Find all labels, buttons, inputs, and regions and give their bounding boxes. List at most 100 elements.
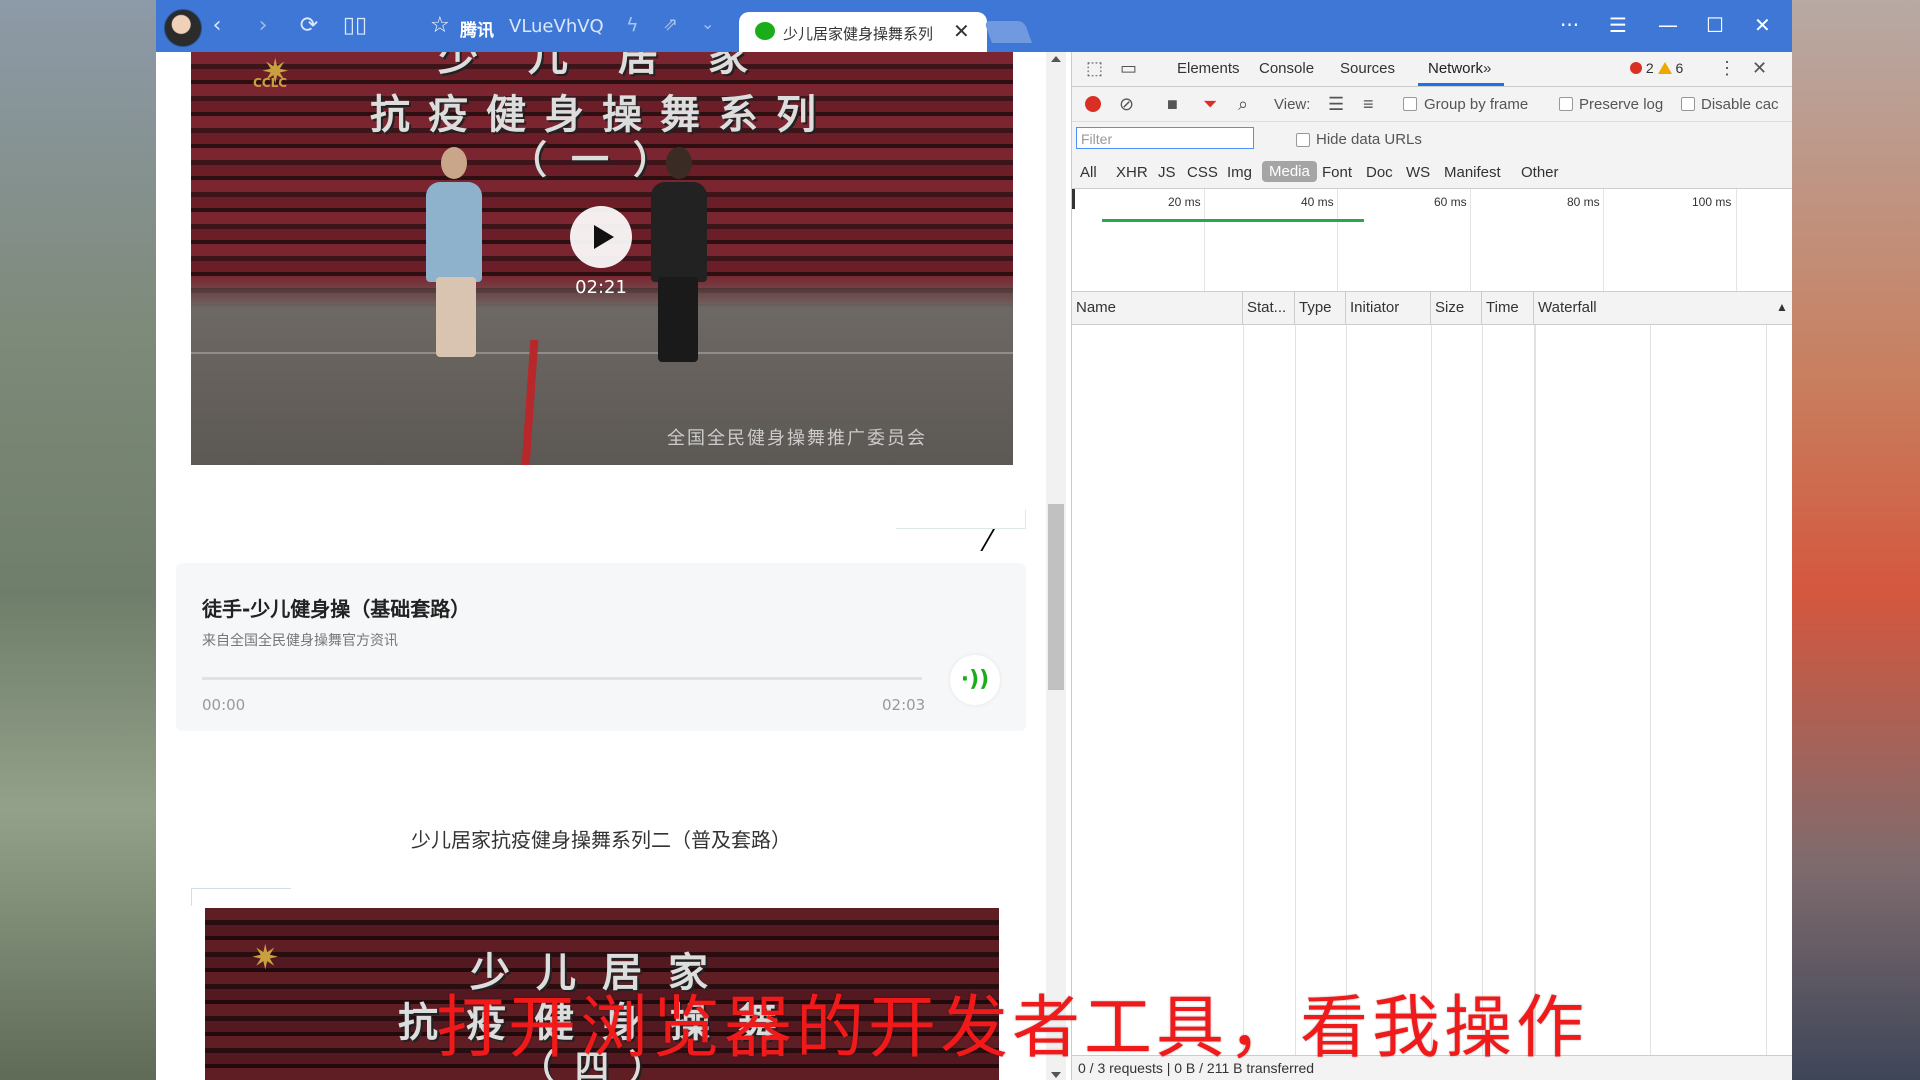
tab-elements[interactable]: Elements	[1177, 60, 1240, 77]
scrollbar-thumb[interactable]	[1048, 504, 1064, 690]
audio-player-card[interactable]: 徒手-少儿健身操（基础套路） 来自全国全民健身操舞官方资讯 00:00 02:0…	[176, 563, 1026, 731]
share-icon[interactable]: ⇗	[663, 14, 678, 35]
type-filter-xhr[interactable]: XHR	[1116, 164, 1148, 181]
column-type[interactable]: Type	[1295, 292, 1346, 324]
waterfall-gridline	[1766, 325, 1767, 1055]
type-filter-all[interactable]: All	[1080, 164, 1097, 181]
screenshot-camera-icon[interactable]: ■	[1167, 94, 1178, 115]
audio-progress-track[interactable]	[202, 677, 922, 680]
filter-funnel-icon[interactable]: ⏷	[1203, 94, 1217, 115]
browser-titlebar: ‹ › ⟳ ▯▯ ☆ 腾讯 VLueVhVQ ϟ ⇗ ⌄ 少儿居家健身操舞系列 …	[156, 0, 1792, 52]
search-icon[interactable]: ⌕	[1238, 94, 1248, 115]
timeline-label: 40 ms	[1301, 195, 1334, 209]
back-icon[interactable]: ‹	[204, 13, 230, 39]
refresh-icon[interactable]: ⟳	[296, 13, 322, 39]
timeline-gridline	[1736, 189, 1737, 291]
more-menu-icon[interactable]: ···	[1560, 12, 1579, 38]
devtools-close-icon[interactable]: ✕	[1752, 58, 1767, 79]
audio-play-icon[interactable]: ·))	[950, 655, 1000, 705]
type-filter-css[interactable]: CSS	[1187, 164, 1218, 181]
type-filter-js[interactable]: JS	[1158, 164, 1176, 181]
frame-corner-line-vertical	[191, 888, 192, 906]
video-title-line1: 少 儿 居 家	[438, 52, 766, 80]
minimize-icon[interactable]: —	[1658, 12, 1678, 38]
warning-icon	[1657, 62, 1672, 74]
waterfall-view-icon[interactable]: ≡	[1363, 94, 1374, 115]
column-gridline	[1535, 325, 1536, 1055]
disable-cache-checkbox[interactable]	[1681, 97, 1695, 111]
column-size[interactable]: Size	[1431, 292, 1482, 324]
reader-mode-icon[interactable]: ▯▯	[342, 13, 368, 39]
lightning-icon[interactable]: ϟ	[626, 14, 639, 36]
close-window-icon[interactable]: ✕	[1754, 12, 1771, 38]
group-by-frame-checkbox[interactable]	[1403, 97, 1417, 111]
network-request-list[interactable]	[1072, 325, 1792, 1055]
wechat-icon	[755, 22, 775, 40]
tab-network[interactable]: Network	[1428, 60, 1483, 77]
resource-type-filters: All XHR JS CSS Img Media Font Doc WS Man…	[1072, 156, 1792, 189]
scroll-up-icon[interactable]	[1051, 56, 1061, 62]
sort-ascending-icon[interactable]: ▲	[1776, 300, 1788, 314]
active-browser-tab[interactable]: 少儿居家健身操舞系列 ✕	[739, 12, 987, 52]
timeline-gridline	[1204, 189, 1205, 291]
timeline-gridline	[1470, 189, 1471, 291]
timeline-overview[interactable]: 20 ms 40 ms 60 ms 80 ms 100 ms	[1072, 189, 1792, 292]
network-table-header: Name Stat... Type Initiator Size Time Wa…	[1072, 292, 1792, 325]
preserve-log-label: Preserve log	[1579, 96, 1664, 113]
column-waterfall[interactable]: Waterfall	[1534, 292, 1792, 324]
network-toolbar: ⊘ ■ ⏷ ⌕ View: ☰ ≡ Group by frame Preserv…	[1072, 87, 1792, 122]
type-filter-manifest[interactable]: Manifest	[1444, 164, 1501, 181]
preserve-log-checkbox[interactable]	[1559, 97, 1573, 111]
clear-icon[interactable]: ⊘	[1119, 94, 1134, 115]
divider-line-vertical	[1025, 510, 1026, 528]
hamburger-menu-icon[interactable]: ☰	[1609, 12, 1627, 38]
close-tab-icon[interactable]: ✕	[953, 19, 970, 43]
user-avatar[interactable]	[164, 9, 202, 47]
column-time[interactable]: Time	[1482, 292, 1534, 324]
type-filter-doc[interactable]: Doc	[1366, 164, 1393, 181]
dancer-1-legs	[436, 277, 476, 357]
type-filter-other[interactable]: Other	[1521, 164, 1559, 181]
hide-data-urls-label: Hide data URLs	[1316, 131, 1422, 148]
devtools-menu-icon[interactable]: ⋮	[1718, 58, 1736, 79]
scroll-down-icon[interactable]	[1051, 1072, 1061, 1078]
device-toolbar-icon[interactable]: ▭	[1120, 58, 1137, 79]
record-icon[interactable]	[1085, 96, 1101, 112]
type-filter-img[interactable]: Img	[1227, 164, 1252, 181]
more-tabs-icon[interactable]: »	[1483, 60, 1491, 77]
forward-icon[interactable]: ›	[250, 13, 276, 39]
type-filter-media[interactable]: Media	[1262, 161, 1317, 182]
new-tab-button[interactable]	[983, 21, 1033, 43]
filter-input[interactable]: Filter	[1076, 127, 1254, 149]
video-title-line3: （一）	[508, 138, 695, 182]
type-filter-ws[interactable]: WS	[1406, 164, 1430, 181]
column-name[interactable]: Name	[1072, 292, 1243, 324]
active-tab-indicator	[1418, 83, 1504, 86]
hide-data-urls-checkbox[interactable]	[1296, 133, 1310, 147]
tab-console[interactable]: Console	[1259, 60, 1314, 77]
chevron-down-icon[interactable]: ⌄	[701, 14, 714, 33]
column-initiator[interactable]: Initiator	[1346, 292, 1431, 324]
address-bar-text[interactable]: VLueVhVQ	[509, 16, 604, 37]
column-gridline	[1243, 325, 1244, 1055]
column-gridline	[1295, 325, 1296, 1055]
tab-sources[interactable]: Sources	[1340, 60, 1395, 77]
frame-corner-line	[191, 888, 291, 889]
type-filter-font[interactable]: Font	[1322, 164, 1352, 181]
error-warning-counts[interactable]: 2 6	[1630, 60, 1683, 76]
waterfall-gridline	[1650, 325, 1651, 1055]
list-view-icon[interactable]: ☰	[1328, 94, 1344, 115]
video-watermark: 全国全民健身操舞推广委员会	[667, 428, 927, 449]
devtools-tab-bar: ⬚ ▭ Elements Console Sources Network » 2…	[1072, 52, 1792, 87]
video-play-button[interactable]	[570, 206, 632, 268]
video-player-1[interactable]: ✷ CCLC 少 儿 居 家 抗疫健身操舞系列 （一） 02:21 全国全民健身…	[191, 52, 1013, 465]
column-status[interactable]: Stat...	[1243, 292, 1295, 324]
timeline-label: 80 ms	[1567, 195, 1600, 209]
bookmark-star-icon[interactable]: ☆	[430, 14, 450, 38]
browser-window: ‹ › ⟳ ▯▯ ☆ 腾讯 VLueVhVQ ϟ ⇗ ⌄ 少儿居家健身操舞系列 …	[156, 0, 1792, 1080]
page-scrollbar[interactable]	[1046, 52, 1066, 1080]
maximize-icon[interactable]: ☐	[1706, 12, 1724, 38]
section-title: 少儿居家抗疫健身操舞系列二（普及套路）	[411, 828, 791, 852]
inspect-element-icon[interactable]: ⬚	[1086, 58, 1103, 79]
warning-count: 6	[1675, 60, 1684, 76]
